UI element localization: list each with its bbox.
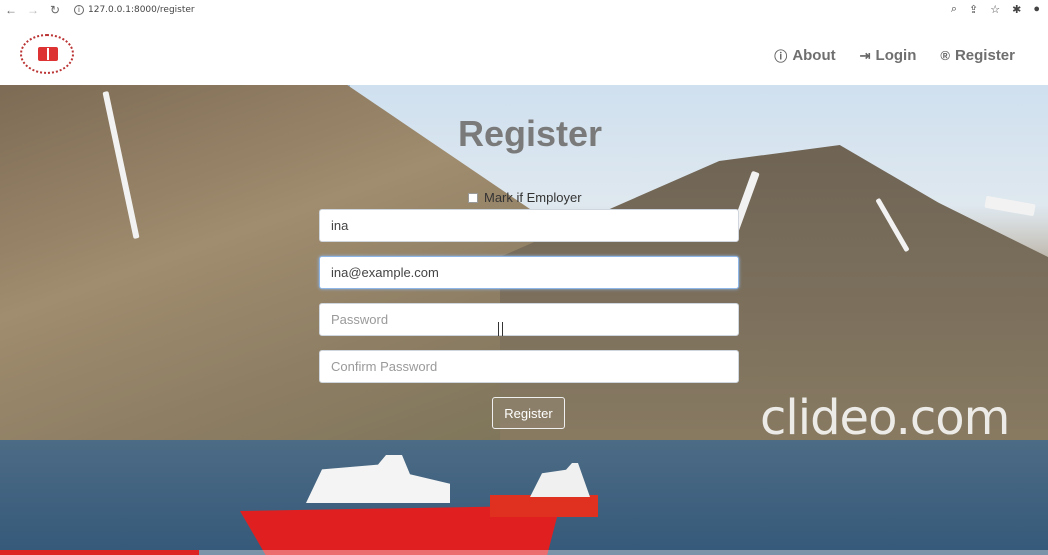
watermark: clideo.com [760, 390, 1010, 446]
confirm-password-field[interactable]: Confirm Password [319, 350, 739, 383]
nav-about[interactable]: ⓘ About [774, 46, 835, 65]
browser-toolbar: ← → ↻ i 127.0.0.1:8000/register ⌕ ⇪ ☆ ✱ … [0, 0, 1048, 20]
checkbox-icon[interactable] [468, 192, 478, 203]
extensions-icon[interactable]: ✱ [1012, 3, 1021, 16]
main-nav: ⓘ About ⇥ Login ® Register [774, 46, 1015, 65]
logo[interactable] [20, 34, 74, 74]
share-icon[interactable]: ⇪ [969, 3, 978, 16]
page-title: Register [457, 113, 603, 154]
video-progress-bar[interactable] [0, 550, 1048, 555]
username-field[interactable]: ina [319, 209, 739, 242]
site-info-icon[interactable]: i [74, 5, 84, 15]
employer-checkbox[interactable]: Mark if Employer [468, 190, 582, 205]
reload-icon[interactable]: ↻ [44, 3, 66, 17]
text-cursor-icon [498, 322, 503, 336]
book-icon [38, 47, 58, 61]
nav-login-label: Login [875, 47, 917, 64]
nav-about-label: About [792, 47, 836, 64]
password-field[interactable]: Password [319, 303, 739, 336]
url-text: 127.0.0.1:8000/register [88, 5, 195, 15]
register-button[interactable]: Register [492, 397, 565, 429]
registered-icon: ® [940, 48, 950, 63]
forward-icon[interactable]: → [22, 3, 44, 17]
nav-login[interactable]: ⇥ Login [860, 46, 917, 65]
employer-label: Mark if Employer [484, 190, 582, 205]
site-header: ⓘ About ⇥ Login ® Register [0, 20, 1048, 85]
profile-icon[interactable]: ● [1033, 3, 1040, 16]
video-progress-fill [0, 550, 200, 555]
zoom-icon[interactable]: ⌕ [951, 3, 957, 16]
nav-register[interactable]: ® Register [940, 46, 1015, 65]
login-icon: ⇥ [859, 47, 871, 63]
back-icon[interactable]: ← [0, 3, 22, 17]
address-bar[interactable]: i 127.0.0.1:8000/register [74, 5, 195, 15]
email-field[interactable]: ina@example.com [319, 256, 739, 289]
second-ship-hull [490, 495, 598, 517]
info-icon: ⓘ [774, 49, 788, 64]
browser-actions: ⌕ ⇪ ☆ ✱ ● [951, 3, 1040, 16]
star-icon[interactable]: ☆ [990, 3, 1000, 16]
nav-register-label: Register [954, 47, 1015, 64]
